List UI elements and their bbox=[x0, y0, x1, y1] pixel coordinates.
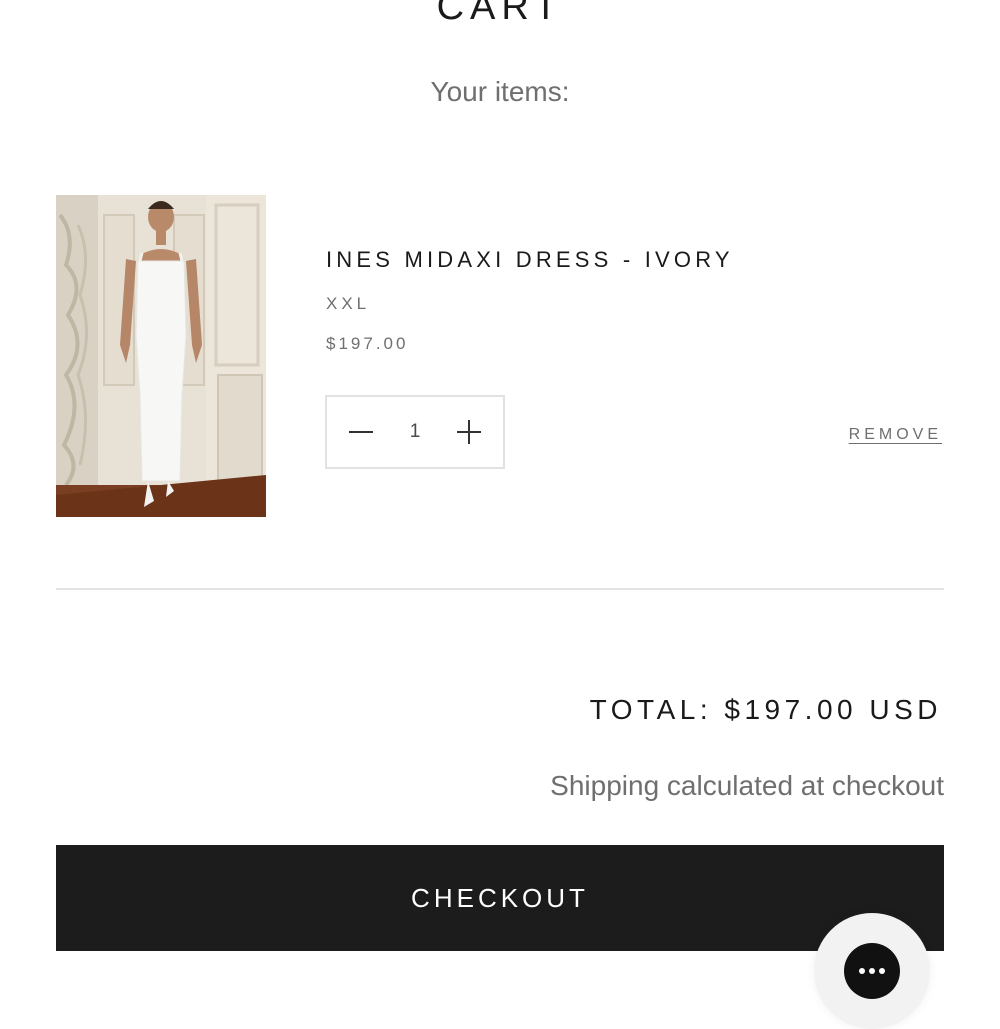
cart-subtitle: Your items: bbox=[430, 76, 570, 107]
decrease-quantity-button[interactable] bbox=[331, 397, 391, 467]
quantity-stepper: 1 bbox=[325, 395, 505, 469]
plus-icon bbox=[457, 420, 481, 444]
checkout-button[interactable]: CHECKOUT bbox=[56, 845, 944, 951]
cart-total: TOTAL: $197.00 USD bbox=[589, 694, 942, 725]
remove-item-link[interactable]: REMOVE bbox=[849, 426, 942, 444]
chat-bubble bbox=[844, 943, 900, 999]
chat-ellipsis-icon bbox=[859, 968, 885, 974]
product-image[interactable] bbox=[56, 195, 266, 517]
chat-widget-button[interactable] bbox=[814, 913, 930, 1029]
increase-quantity-button[interactable] bbox=[439, 397, 499, 467]
quantity-value[interactable]: 1 bbox=[387, 397, 443, 467]
minus-icon bbox=[349, 431, 373, 433]
page-title: CART bbox=[436, 0, 564, 28]
product-price: $197.00 bbox=[326, 334, 409, 353]
product-variant: XXL bbox=[326, 294, 371, 313]
shipping-note: Shipping calculated at checkout bbox=[550, 770, 944, 801]
divider bbox=[56, 588, 944, 590]
product-name[interactable]: INES MIDAXI DRESS - IVORY bbox=[326, 247, 734, 273]
